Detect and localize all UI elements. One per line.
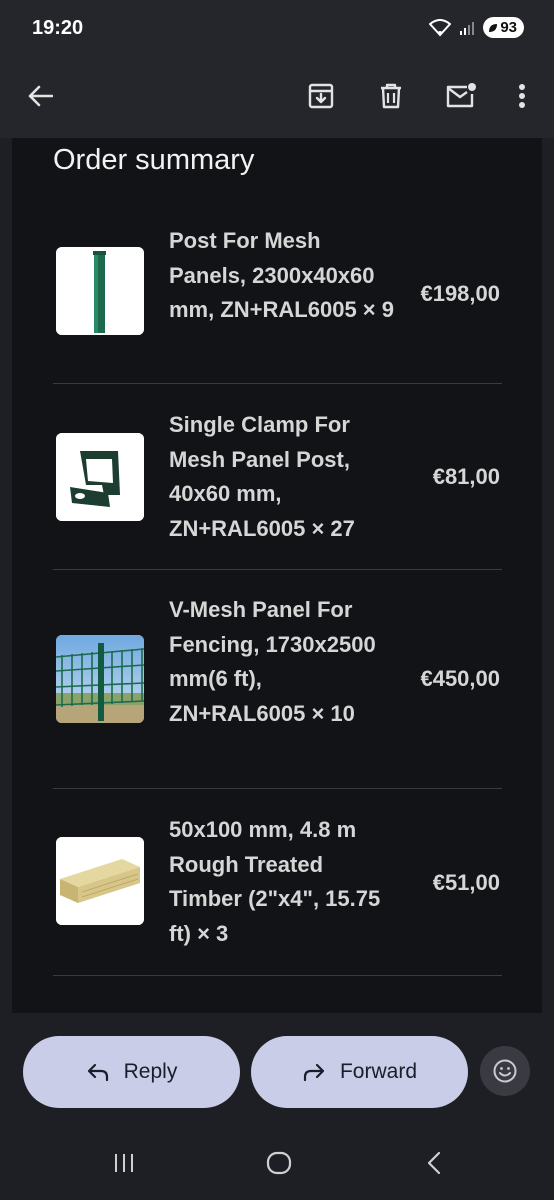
emoji-reaction-button[interactable] — [480, 1046, 530, 1096]
archive-icon — [308, 83, 334, 109]
status-icons: 93 — [429, 17, 524, 38]
divider — [53, 569, 502, 570]
divider — [53, 788, 502, 789]
email-body: Order summary Post For Mesh Panels, 2300… — [12, 138, 542, 1013]
item-price: €450,00 — [420, 666, 500, 691]
leaf-icon — [489, 23, 498, 32]
reply-icon — [87, 1063, 108, 1082]
order-item: 50x100 mm, 4.8 m Rough Treated Timber (2… — [53, 813, 502, 973]
battery-level: 93 — [500, 19, 517, 36]
status-time: 19:20 — [32, 17, 84, 39]
system-nav-bar — [0, 1138, 554, 1188]
divider — [53, 975, 502, 976]
wifi-icon — [429, 18, 452, 36]
recents-icon — [115, 1154, 133, 1172]
recent-apps-button[interactable] — [104, 1148, 144, 1178]
post-product-image — [56, 247, 144, 335]
app-bar — [0, 58, 554, 138]
clamp-product-image — [56, 433, 144, 521]
more-vert-icon — [519, 84, 525, 108]
order-item: Post For Mesh Panels, 2300x40x60 mm, ZN+… — [53, 224, 502, 382]
delete-button[interactable] — [371, 76, 411, 116]
order-summary-title: Order summary — [53, 144, 255, 176]
back-nav-button[interactable] — [414, 1148, 454, 1178]
item-description: V-Mesh Panel For Fencing, 1730x2500 mm(6… — [169, 597, 376, 726]
home-button[interactable] — [259, 1148, 299, 1178]
mark-unread-button[interactable] — [441, 76, 481, 116]
smiley-icon — [493, 1059, 517, 1083]
archive-button[interactable] — [301, 76, 341, 116]
reply-button[interactable]: Reply — [23, 1036, 240, 1108]
home-icon — [266, 1151, 292, 1175]
arrow-left-icon — [28, 85, 53, 107]
forward-button[interactable]: Forward — [251, 1036, 468, 1108]
divider — [53, 383, 502, 384]
battery-indicator: 93 — [483, 17, 524, 38]
signal-icon — [460, 21, 475, 35]
forward-label: Forward — [339, 1060, 418, 1083]
item-price: €81,00 — [432, 464, 500, 489]
item-price: €51,00 — [432, 870, 500, 895]
bottom-action-bar: Reply Forward — [0, 1013, 554, 1200]
mail-unread-icon — [446, 83, 476, 108]
timber-product-image — [56, 837, 144, 925]
item-description: Single Clamp For Mesh Panel Post, 40x60 … — [169, 412, 355, 541]
item-description: 50x100 mm, 4.8 m Rough Treated Timber (2… — [169, 817, 381, 946]
back-button[interactable] — [20, 76, 60, 116]
trash-icon — [381, 83, 401, 109]
item-description: Post For Mesh Panels, 2300x40x60 mm, ZN+… — [169, 228, 394, 322]
chevron-left-icon — [427, 1151, 441, 1175]
item-price: €198,00 — [420, 281, 500, 306]
order-item: Single Clamp For Mesh Panel Post, 40x60 … — [53, 408, 502, 568]
mesh-panel-product-image — [56, 635, 144, 723]
forward-icon — [303, 1063, 325, 1082]
status-bar: 19:20 93 — [0, 0, 554, 58]
reply-label: Reply — [123, 1060, 178, 1083]
order-item: V-Mesh Panel For Fencing, 1730x2500 mm(6… — [53, 593, 502, 783]
more-options-button[interactable] — [502, 76, 542, 116]
